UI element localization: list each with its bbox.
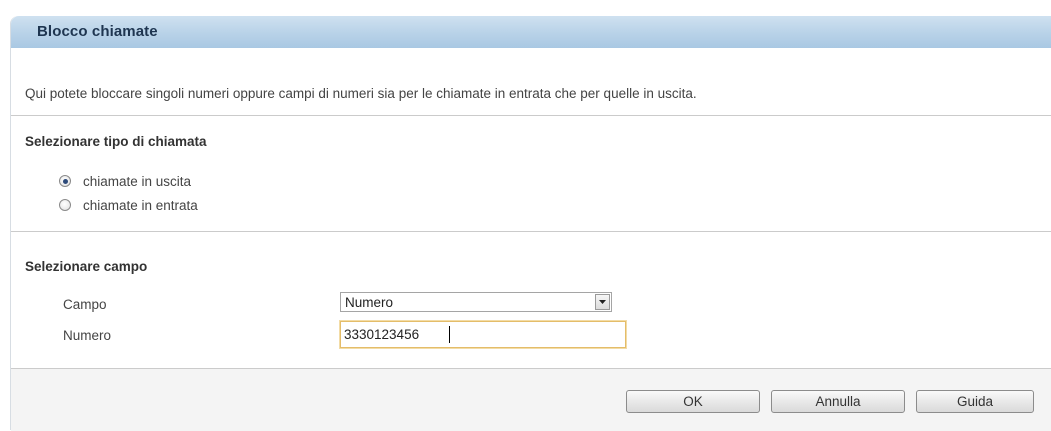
radio-incoming-calls[interactable]: chiamate in entrata bbox=[59, 196, 198, 214]
radio-outgoing-calls[interactable]: chiamate in uscita bbox=[59, 172, 191, 190]
ok-button[interactable]: OK bbox=[626, 390, 760, 413]
cancel-button[interactable]: Annulla bbox=[771, 390, 905, 413]
campo-label: Campo bbox=[63, 297, 107, 312]
call-type-heading: Selezionare tipo di chiamata bbox=[25, 134, 207, 149]
campo-select[interactable]: Numero bbox=[340, 292, 612, 312]
numero-input[interactable] bbox=[340, 321, 626, 348]
divider bbox=[11, 115, 1051, 116]
text-caret bbox=[449, 326, 450, 343]
radio-button-checked[interactable] bbox=[59, 175, 71, 187]
numero-label: Numero bbox=[63, 328, 112, 343]
field-section-heading: Selezionare campo bbox=[25, 259, 148, 274]
panel-title: Blocco chiamate bbox=[37, 23, 158, 40]
chevron-down-icon[interactable] bbox=[595, 294, 610, 310]
radio-label-incoming: chiamate in entrata bbox=[83, 197, 198, 213]
call-blocking-panel: Blocco chiamate Qui potete bloccare sing… bbox=[10, 16, 1051, 431]
radio-button-unchecked[interactable] bbox=[59, 199, 71, 211]
intro-text: Qui potete bloccare singoli numeri oppur… bbox=[25, 86, 697, 101]
panel-header: Blocco chiamate bbox=[11, 16, 1051, 48]
divider bbox=[11, 231, 1051, 232]
campo-select-value: Numero bbox=[345, 295, 394, 310]
help-button[interactable]: Guida bbox=[916, 390, 1034, 413]
radio-label-outgoing: chiamate in uscita bbox=[83, 173, 192, 189]
